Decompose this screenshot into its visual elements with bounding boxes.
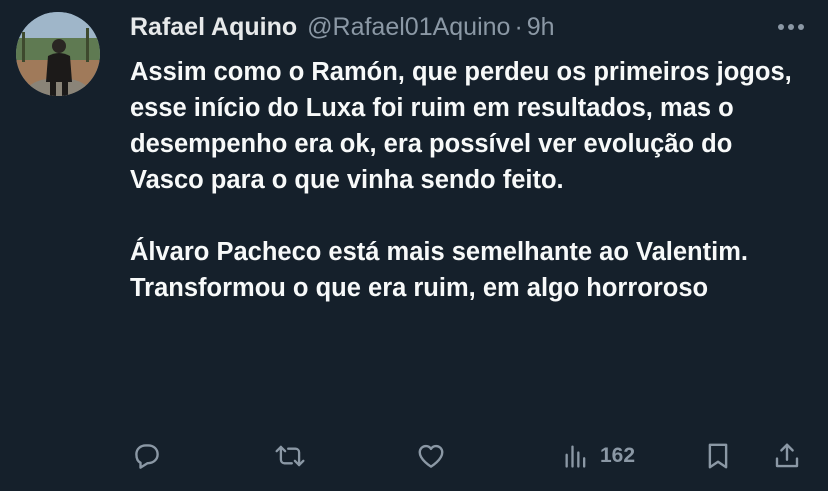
heart-icon: [418, 444, 444, 468]
separator-dot: ·: [514, 13, 523, 41]
more-options-button[interactable]: [776, 14, 806, 40]
share-button[interactable]: [772, 436, 802, 476]
like-button[interactable]: [415, 436, 447, 476]
views-button[interactable]: 162: [562, 436, 635, 476]
tweet-paragraph: Assim como o Ramón, que perdeu os primei…: [130, 58, 792, 194]
avatar[interactable]: [16, 12, 100, 96]
tweet-paragraph: Álvaro Pacheco está mais semelhante ao V…: [130, 238, 748, 302]
tweet-header: Rafael Aquino @Rafael01Aquino · 9h: [130, 10, 555, 44]
reply-button[interactable]: [132, 436, 162, 476]
author-handle[interactable]: @Rafael01Aquino: [307, 10, 510, 44]
author-name[interactable]: Rafael Aquino: [130, 10, 297, 44]
bookmark-button[interactable]: [703, 436, 733, 476]
bookmark-icon: [708, 443, 728, 469]
timestamp[interactable]: 9h: [527, 10, 555, 44]
tweet-text: Assim como o Ramón, que perdeu os primei…: [130, 54, 810, 306]
retweet-button[interactable]: [273, 436, 307, 476]
share-icon: [775, 443, 799, 468]
views-count: 162: [600, 444, 636, 467]
retweet-icon: [275, 445, 305, 467]
tweet[interactable]: Rafael Aquino @Rafael01Aquino · 9h Assim…: [0, 0, 828, 491]
views-icon: [565, 445, 586, 468]
reply-icon: [135, 444, 159, 469]
more-icon: [778, 24, 804, 30]
action-bar: 162: [130, 436, 810, 476]
